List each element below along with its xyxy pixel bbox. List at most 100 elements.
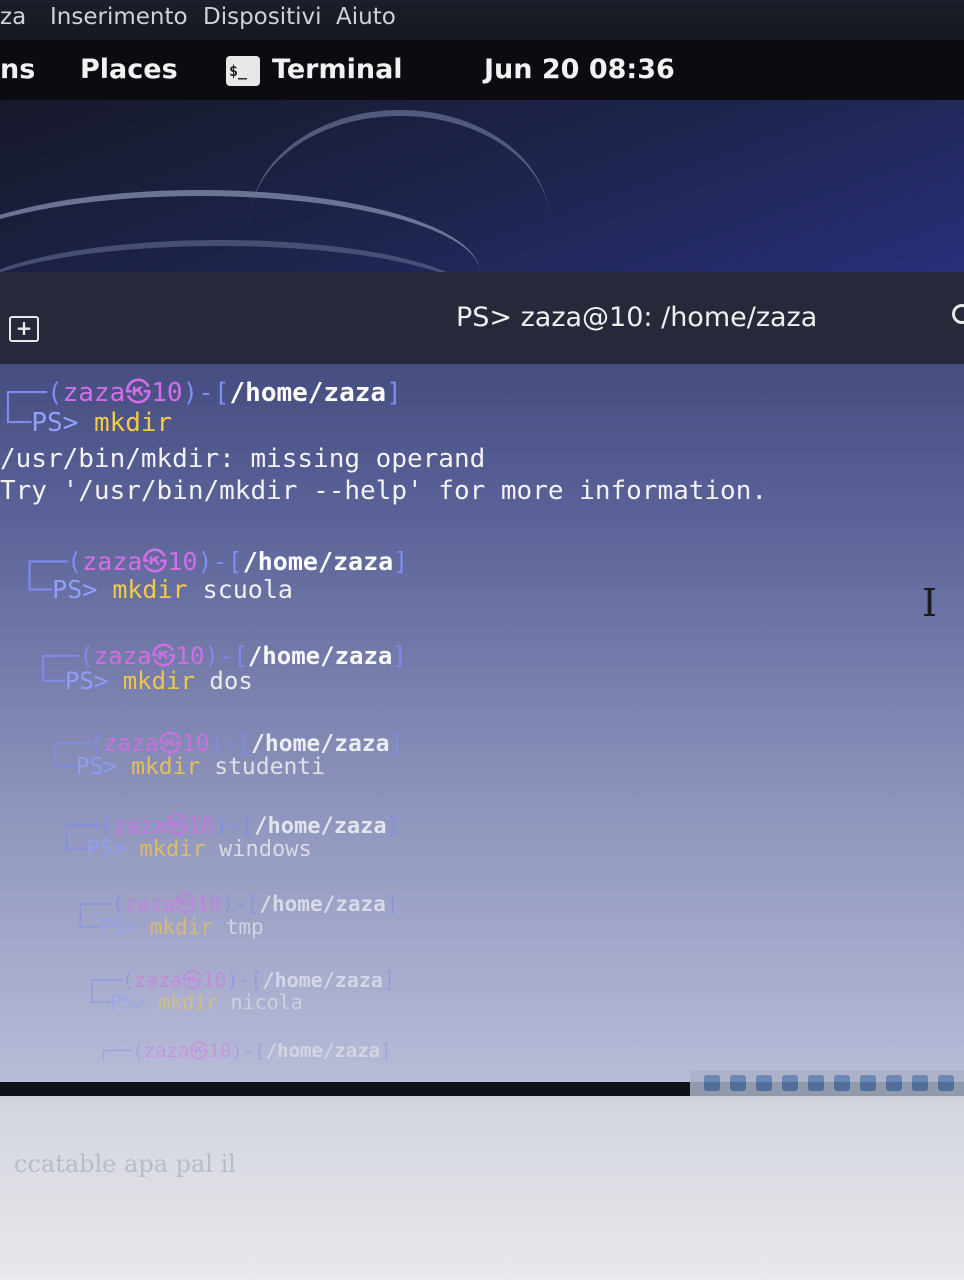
prompt-header: ┌──(zaza㉿10)-[/home/zaza] [98,1036,392,1063]
command-line: └─PS> mkdir windows [60,837,312,862]
window-menu-icon[interactable] [952,304,964,324]
command-line: └─PS> mkdir [0,408,172,438]
command-name: mkdir [158,990,219,1014]
prompt-box: ┌──( [0,378,63,408]
command-line: └─PS> mkdir nicola [86,990,303,1014]
clock[interactable]: Jun 20 08:36 [484,54,675,85]
usb-icon[interactable] [808,1075,824,1091]
prompt-sep: )-[ [226,968,263,992]
prompt-sep: )-[ [197,547,243,576]
applications-menu[interactable]: ns [0,54,35,85]
prompt-header: ┌──(zaza㉿10)-[/home/zaza] [74,888,398,918]
prompt-close: ] [386,814,400,839]
hard-disk-icon[interactable] [704,1075,720,1091]
vbox-menu-machine[interactable]: za [0,4,26,30]
prompt-header: ┌──(zaza㉿10)-[/home/zaza] [0,372,402,409]
places-menu[interactable]: Places [80,54,178,85]
prompt-box: └─ [60,837,87,862]
prompt-box: ┌──( [98,1040,144,1062]
command-name: mkdir [112,575,188,604]
prompt-path: /home/zaza [262,968,383,992]
vbox-statusbar [690,1070,964,1096]
error-output: /usr/bin/mkdir: missing operand [0,444,486,474]
command-line: └─PS> mkdir scuola [22,575,293,604]
prompt-box: └─ [74,915,100,939]
command-argument: nicola [230,990,303,1014]
prompt-path: /home/zaza [265,1040,381,1062]
prompt-path: /home/zaza [229,378,387,408]
command-name: mkdir [122,667,195,695]
prompt-sep: )-[ [221,892,260,916]
optical-drive-icon[interactable] [730,1075,746,1091]
prompt-sep: )-[ [214,814,255,839]
prompt-header: ┌──(zaza㉿10)-[/home/zaza] [60,808,400,840]
prompt-sep: )-[ [204,642,248,670]
terminal-output[interactable]: ┌──(zaza㉿10)-[/home/zaza] └─PS> mkdir /u… [0,364,964,1082]
prompt-ps: PS> [31,408,79,438]
prompt-ps: PS> [52,575,98,604]
prompt-close: ] [393,547,409,576]
keyboard-icon[interactable] [938,1075,954,1091]
prompt-user: zaza㉿10 [134,968,227,992]
prompt-close: ] [380,1040,392,1062]
terminal-titlebar[interactable]: + PS> zaza@10: /home/zaza [0,272,964,364]
prompt-header: ┌──(zaza㉿10)-[/home/zaza] [86,964,395,993]
host-faint-text: ccatable apa pal il [14,1150,236,1178]
shared-folder-icon[interactable] [834,1075,850,1091]
command-line: └─PS> mkdir dos [36,667,253,695]
prompt-ps: PS> [86,837,127,862]
new-tab-icon[interactable]: + [9,316,39,342]
command-name: mkdir [149,915,214,939]
recording-icon[interactable] [886,1075,902,1091]
vbox-menu-aiuto[interactable]: Aiuto [336,4,396,30]
active-app-terminal[interactable]: Terminal [272,54,403,85]
prompt-box: ┌──( [22,547,83,576]
display-icon[interactable] [860,1075,876,1091]
prompt-box: └─ [86,990,111,1014]
prompt-sep: )-[ [231,1040,266,1062]
prompt-close: ] [389,731,404,757]
command-line: └─PS> mkdir tmp [74,915,264,939]
vbox-menu-dispositivi[interactable]: Dispositivi [203,4,322,30]
cpu-icon[interactable] [912,1075,928,1091]
prompt-box: └─ [48,754,76,780]
prompt-close: ] [392,642,407,670]
terminal-window[interactable]: + PS> zaza@10: /home/zaza ┌──(zaza㉿10)-[… [0,272,964,1082]
prompt-header: ┌──(zaza㉿10)-[/home/zaza] [22,542,408,578]
prompt-user: zaza㉿10 [62,378,183,408]
audio-icon[interactable] [756,1075,772,1091]
network-icon[interactable] [782,1075,798,1091]
prompt-header: ┌──(zaza㉿10)-[/home/zaza] [36,636,407,671]
command-argument: windows [218,837,312,862]
prompt-user: zaza㉿10 [143,1040,232,1062]
vbox-menubar: za Inserimento Dispositivi Aiuto [0,0,964,40]
command-argument: tmp [225,915,264,939]
window-title: PS> zaza@10: /home/zaza [456,302,818,333]
prompt-box: └─ [0,408,32,438]
prompt-box: ┌──( [60,814,113,839]
prompt-ps: PS> [64,667,109,695]
prompt-ps: PS> [75,754,118,780]
gnome-top-bar: ns Places Terminal Jun 20 08:36 [0,40,964,100]
terminal-app-icon: $_ [226,56,260,86]
prompt-path: /home/zaza [259,892,386,916]
prompt-user: zaza㉿10 [124,892,222,916]
command-line: └─PS> mkdir studenti [48,754,325,780]
vbox-menu-inserimento[interactable]: Inserimento [50,4,188,30]
prompt-close: ] [386,378,402,408]
prompt-path: /home/zaza [254,814,387,839]
prompt-sep: )-[ [182,378,230,408]
prompt-user: zaza㉿10 [112,814,215,839]
prompt-box: └─ [22,575,53,604]
command-argument: dos [209,667,253,695]
